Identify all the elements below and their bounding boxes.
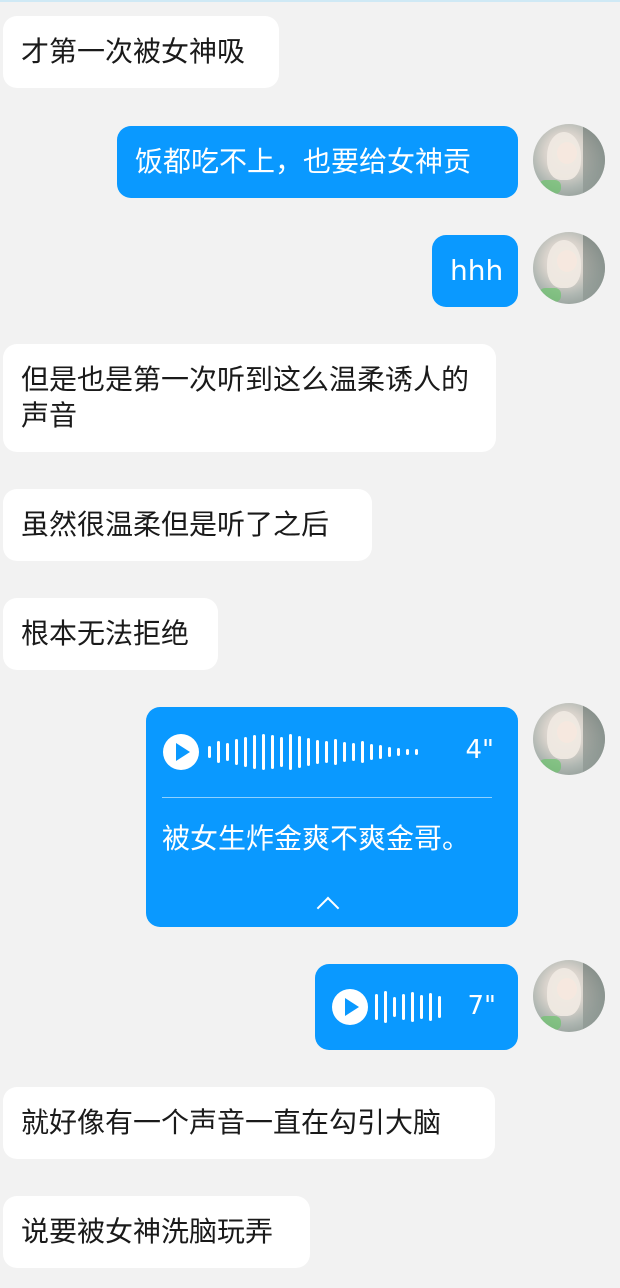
avatar[interactable] [533, 703, 605, 775]
voice-duration: 4" [465, 735, 494, 765]
chevron-up-icon[interactable] [316, 896, 340, 920]
message-text: 根本无法拒绝 [21, 617, 190, 650]
voice-message[interactable]: 4" 被女生炸金爽不爽金哥。 [146, 707, 518, 927]
message-text: 才第一次被女神吸 [21, 35, 246, 68]
transcript-divider [162, 797, 492, 798]
avatar[interactable] [533, 124, 605, 196]
message-text: 虽然很温柔但是听了之后 [21, 508, 330, 541]
received-message[interactable]: 虽然很温柔但是听了之后 [3, 489, 372, 561]
message-text: hhh [450, 254, 504, 287]
message-text: 就好像有一个声音一直在勾引大脑 [21, 1106, 442, 1139]
avatar[interactable] [533, 960, 605, 1032]
sent-message[interactable]: hhh [432, 235, 518, 307]
play-icon[interactable] [332, 989, 368, 1025]
top-divider [0, 0, 620, 2]
received-message[interactable]: 根本无法拒绝 [3, 598, 218, 670]
received-message[interactable]: 但是也是第一次听到这么温柔诱人的声音 [3, 344, 496, 452]
voice-duration: 7" [467, 991, 496, 1021]
voice-waveform [375, 989, 441, 1025]
avatar[interactable] [533, 232, 605, 304]
play-icon[interactable] [163, 734, 199, 770]
message-text: 但是也是第一次听到这么温柔诱人的声音 [21, 363, 470, 432]
received-message[interactable]: 就好像有一个声音一直在勾引大脑 [3, 1087, 495, 1159]
received-message[interactable]: 才第一次被女神吸 [3, 16, 279, 88]
sent-message[interactable]: 饭都吃不上，也要给女神贡 [117, 126, 518, 198]
voice-message[interactable]: 7" [315, 964, 518, 1050]
voice-waveform [208, 732, 418, 772]
received-message[interactable]: 说要被女神洗脑玩弄 [3, 1196, 310, 1268]
message-text: 饭都吃不上，也要给女神贡 [135, 145, 472, 178]
voice-transcript: 被女生炸金爽不爽金哥。 [162, 822, 471, 855]
message-text: 说要被女神洗脑玩弄 [21, 1215, 274, 1248]
